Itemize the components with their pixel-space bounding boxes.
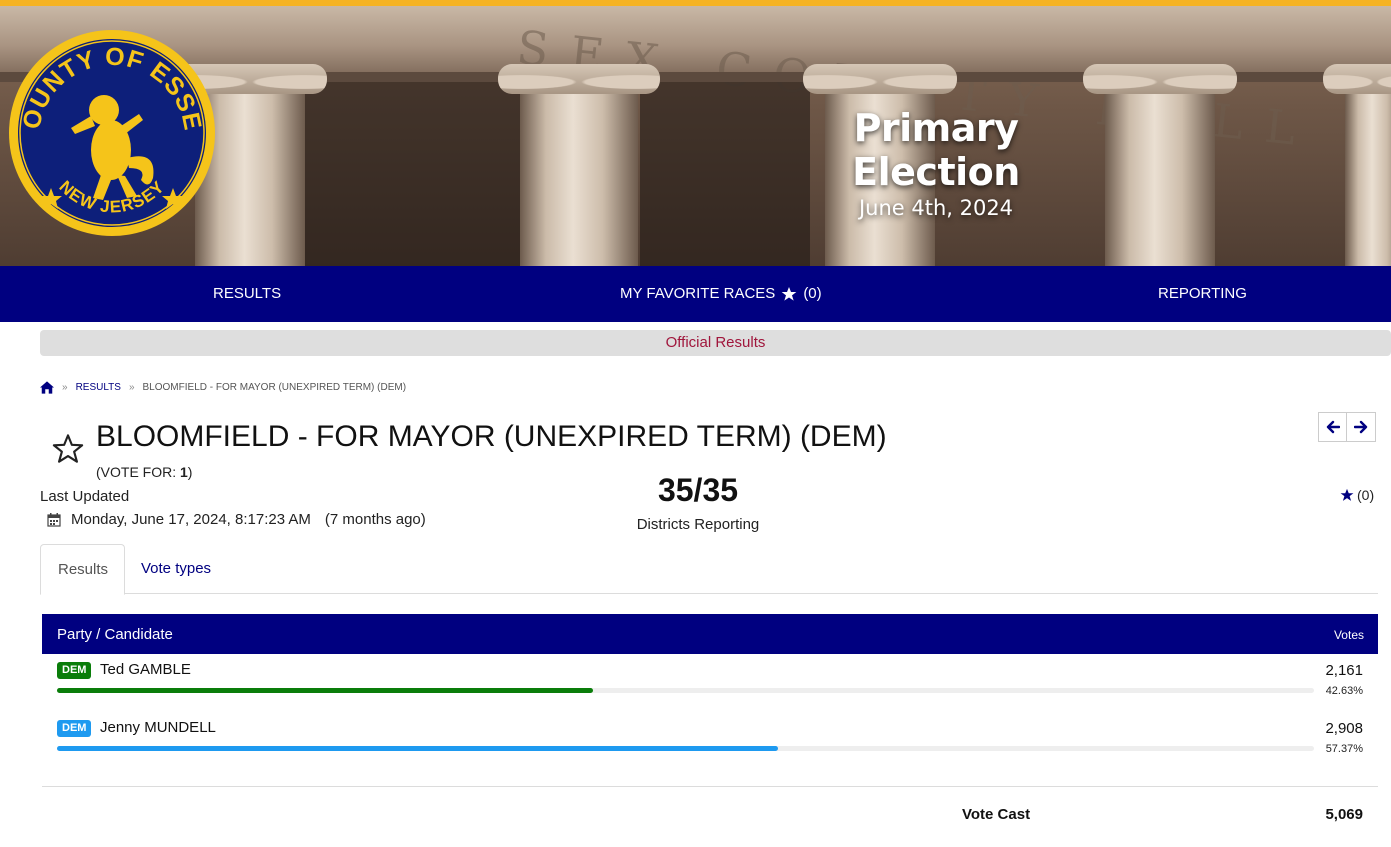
previous-race-button[interactable] [1318,412,1347,442]
districts-reporting-label: Districts Reporting [636,516,760,533]
header-banner: SEX COUNTY HALL OF RE COUNTY OF ESSEX NE… [0,0,1391,266]
breadcrumb-separator: » [128,382,135,393]
column-header-candidate: Party / Candidate [57,626,173,643]
county-seal: COUNTY OF ESSEX NEW JERSEY [9,30,215,236]
tab-results[interactable]: Results [40,544,125,595]
home-icon[interactable] [40,381,54,394]
nav-results[interactable]: RESULTS [213,285,281,302]
nav-reporting[interactable]: REPORTING [1158,285,1247,302]
vote-cast-total: 5,069 [1325,806,1363,823]
vote-for-count: 1 [180,464,188,480]
nav-results-label: RESULTS [213,285,282,302]
candidate-row: DEM Jenny MUNDELL 2,908 57.37% [42,712,1378,770]
table-divider [42,786,1378,787]
candidate-percent: 42.63% [1325,685,1363,697]
vote-for-prefix: (VOTE FOR: [96,464,180,480]
candidate-votes: 2,161 [1325,662,1363,679]
candidate-row: DEM Ted GAMBLE 2,161 42.63% [42,654,1378,712]
nav-reporting-label: REPORTING [1158,285,1247,302]
election-title: Primary Election [852,106,1020,194]
colonnade-shadow [300,82,520,266]
arrow-right-icon [1354,420,1368,434]
nav-favorites-label: MY FAVORITE RACES [620,285,776,302]
building-column [498,64,660,266]
vote-for-suffix: ) [187,464,193,480]
county-seal-graphic: COUNTY OF ESSEX NEW JERSEY [9,30,212,233]
candidate-votes: 2,908 [1325,720,1363,737]
star-filled-icon [1340,488,1354,501]
last-updated-label: Last Updated [40,488,130,505]
building-column [1323,64,1391,266]
race-favorite-count-value: (0) [1357,487,1375,503]
race-navigation [1318,412,1376,442]
vote-share-fill [57,688,593,693]
last-updated-value: Monday, June 17, 2024, 8:17:23 AM [71,511,311,528]
nav-favorites-count: (0) [803,285,822,302]
election-date: June 4th, 2024 [858,196,1014,220]
main-nav: RESULTS MY FAVORITE RACES (0) REPORTING [0,266,1391,322]
vote-share-bar [57,746,1314,751]
candidate-percent: 57.37% [1325,743,1363,755]
districts-reporting-count: 35/35 [657,472,739,508]
nav-favorite-races[interactable]: MY FAVORITE RACES (0) [620,285,822,302]
vote-share-fill [57,746,779,751]
party-badge: DEM [57,662,92,679]
colonnade-shadow [640,82,810,266]
vote-cast-label: Vote Cast [962,806,1031,823]
next-race-button[interactable] [1347,412,1376,442]
calendar-icon [47,512,61,527]
breadcrumb-results[interactable]: RESULTS [76,382,121,393]
candidate-name: Jenny MUNDELL [100,719,216,736]
party-badge: DEM [57,720,92,737]
breadcrumb-current: BLOOMFIELD - FOR MAYOR (UNEXPIRED TERM) … [142,382,407,393]
race-favorite-count[interactable]: (0) [1340,487,1374,503]
building-column [1083,64,1237,266]
vote-share-bar [57,688,1314,693]
race-title: BLOOMFIELD - FOR MAYOR (UNEXPIRED TERM) … [96,420,887,453]
breadcrumb: » RESULTS » BLOOMFIELD - FOR MAYOR (UNEX… [40,381,406,394]
official-results-banner: Official Results [40,330,1391,356]
column-header-votes: Votes [1333,628,1364,642]
arrow-left-icon [1326,420,1340,434]
results-table-header: Party / Candidate Votes [42,614,1378,654]
star-outline-icon[interactable] [52,433,84,465]
star-filled-icon [781,286,797,301]
results-tabs: Results Vote types [40,544,1378,595]
vote-for: (VOTE FOR: 1) [96,464,192,480]
candidate-name: Ted GAMBLE [100,661,191,678]
breadcrumb-separator: » [62,382,68,393]
tab-vote-types[interactable]: Vote types [124,544,228,594]
election-heading: Primary Election June 4th, 2024 [786,106,1086,220]
last-updated-ago: (7 months ago) [324,511,426,528]
last-updated-row: Monday, June 17, 2024, 8:17:23 AM (7 mon… [47,511,426,528]
